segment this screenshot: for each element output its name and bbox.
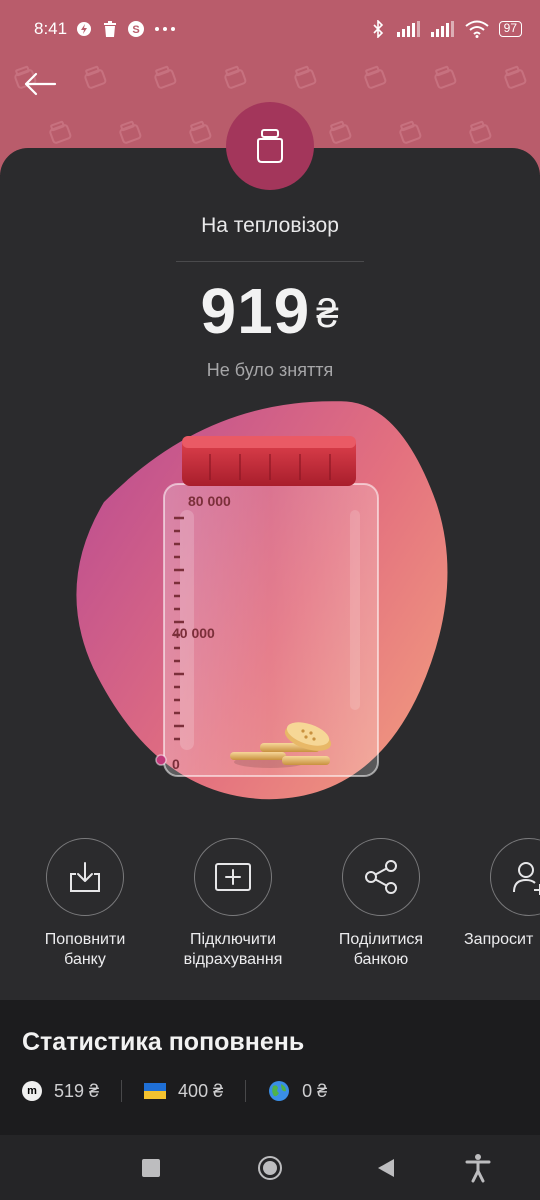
share-label-1: Поділитися (338, 931, 424, 948)
monobank-icon: m (22, 1081, 42, 1101)
scale-label-zero: 0 (172, 756, 180, 772)
top-up-label-1: Поповнити (44, 931, 126, 948)
recents-button[interactable] (142, 1159, 160, 1177)
share-icon-circle (342, 838, 420, 916)
balance-value: 919 (200, 275, 311, 347)
more-dots-icon (153, 20, 177, 38)
stat-world: 0 ₴ (268, 1080, 349, 1102)
jar-title: На тепловізор (201, 214, 339, 237)
invite-label-1: Запросит (464, 931, 534, 948)
home-button[interactable] (258, 1156, 282, 1180)
add-card-icon (215, 863, 251, 891)
stat-world-value: 0 ₴ (302, 1080, 328, 1101)
stat-monobank: m 519 ₴ (22, 1081, 121, 1102)
top-up-icon (70, 862, 100, 892)
accessibility-button[interactable] (464, 1153, 492, 1183)
jar-illustration (76, 401, 448, 800)
stat-monobank-value: 519 ₴ (54, 1080, 100, 1101)
jar-lid (182, 436, 356, 486)
scale-label-mid: 40 000 (172, 625, 215, 641)
scale-label-top: 80 000 (188, 493, 231, 509)
connect-deductions-button[interactable]: Підключити відрахування (158, 838, 308, 970)
stat-divider (121, 1080, 123, 1102)
share-label-2: банкою (353, 951, 409, 968)
stat-ukraine: 400 ₴ (144, 1081, 245, 1102)
topup-statistics: Статистика поповнень m 519 ₴ 400 ₴ 0 ₴ (0, 1000, 540, 1135)
system-nav-bar (0, 1135, 540, 1200)
jar-fill-indicator (155, 754, 167, 766)
battery-icon: 97 (498, 21, 522, 37)
ukraine-flag-icon (144, 1083, 167, 1099)
jar-balance: 919 ₴ (0, 274, 540, 348)
jar-badge (226, 102, 314, 190)
status-time: 8:41 (34, 19, 68, 38)
add-user-icon-circle (490, 838, 540, 916)
signal-icon (430, 20, 455, 38)
trash-icon (101, 20, 119, 38)
jar-icon (257, 129, 283, 163)
svg-text:S: S (132, 24, 139, 36)
jar-withdrawal-status: Не було зняття (206, 360, 334, 380)
deductions-label-1: Підключити (189, 931, 277, 948)
add-card-icon-circle (194, 838, 272, 916)
accessibility-icon (465, 1154, 491, 1183)
status-bar: 8:41 S 97 (0, 0, 540, 58)
stat-ukraine-value: 400 ₴ (178, 1080, 224, 1101)
invite-button[interactable]: Запросит (454, 838, 540, 950)
stat-divider (245, 1080, 247, 1102)
bluetooth-icon (369, 20, 387, 38)
back-nav-button[interactable] (378, 1159, 394, 1177)
arrow-left-icon (24, 72, 57, 96)
deductions-label-2: відрахування (183, 951, 283, 968)
title-divider (176, 261, 364, 262)
share-icon (365, 860, 397, 894)
top-up-icon-circle (46, 838, 124, 916)
signal-icon (396, 20, 421, 38)
power-saver-icon (75, 20, 93, 38)
statistics-row: m 519 ₴ 400 ₴ 0 ₴ (22, 1076, 349, 1106)
add-user-icon (513, 862, 540, 895)
top-up-label-2: банку (64, 951, 106, 968)
balance-currency: ₴ (316, 292, 340, 336)
statistics-title: Статистика поповнень (22, 1028, 305, 1056)
jar-actions: Поповнити банку Підключити відрахування По… (0, 838, 540, 988)
s-app-icon: S (127, 20, 145, 38)
back-button[interactable] (18, 64, 62, 104)
share-jar-button[interactable]: Поділитися банкою (306, 838, 456, 970)
wifi-icon (465, 20, 489, 38)
top-up-jar-button[interactable]: Поповнити банку (10, 838, 160, 970)
globe-icon (269, 1081, 290, 1101)
